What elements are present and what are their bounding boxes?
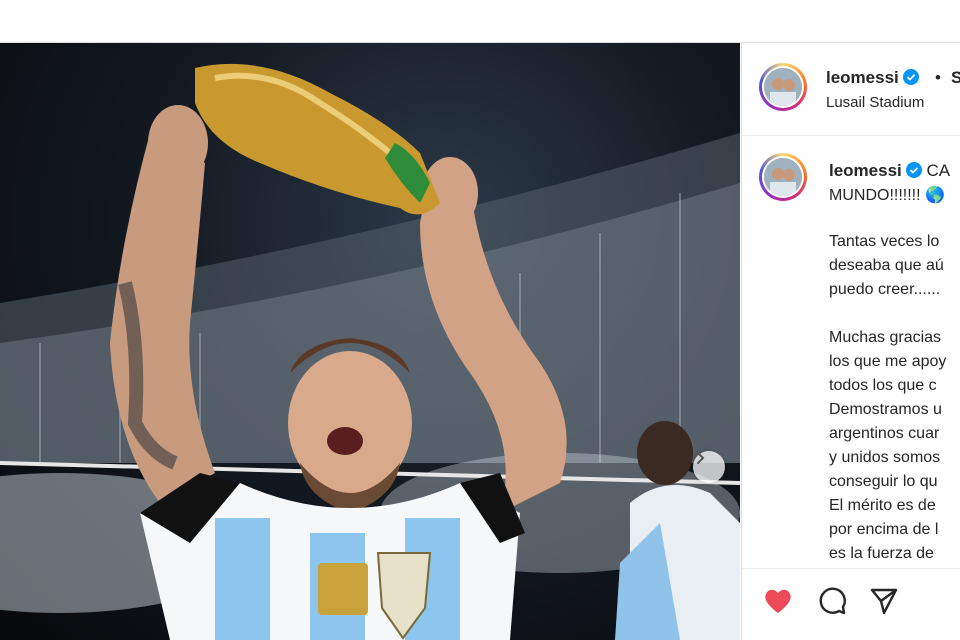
like-button[interactable] [762,585,794,617]
avatar-photo [764,68,802,106]
verified-badge-icon [902,69,919,85]
post-username[interactable]: leomessi [826,68,919,88]
caption-line: los que me apoy [829,353,947,370]
caption-line: puedo creer...... [829,281,941,298]
post-header: leomessi • S Lusail Stadium [742,43,960,136]
caption-line: por encima de l [829,521,939,538]
post-side-panel: leomessi • S Lusail Stadium leomessi CA … [741,43,960,640]
avatar[interactable] [759,63,807,111]
caption-line: Muchas gracias [829,329,942,346]
send-icon [870,588,898,615]
verified-badge-icon [905,162,922,178]
caption-line: argentinos cuar [829,425,940,442]
post-image[interactable] [0,43,740,640]
separator-dot: • [935,68,941,87]
caption-avatar[interactable] [759,153,807,201]
caption-line: Demostramos u [829,401,942,418]
caption-line: es la fuerza de [829,545,934,562]
caption-line: deseaba que aú [829,257,944,274]
next-image-button[interactable] [693,451,725,483]
caption-username[interactable]: leomessi [829,161,902,180]
post-photo [0,63,740,640]
caption-line: MUNDO!!!!!!! 🌎 [829,187,945,204]
comment-button[interactable] [816,585,848,617]
comment-icon [819,587,846,615]
top-bar [0,0,960,43]
caption-line: El mérito es de [829,497,936,514]
caption-line: y unidos somos [829,449,941,466]
post-location[interactable]: Lusail Stadium [826,94,924,111]
caption-line: conseguir lo qu [829,473,938,490]
follow-button[interactable]: S [951,68,960,88]
caption-line: Tantas veces lo [829,233,940,250]
share-button[interactable] [868,585,900,617]
caption-header: leomessi CA [829,161,950,181]
caption-text-start: CA [926,161,951,180]
caption-line: todos los que c [829,377,937,394]
avatar-photo [764,158,802,196]
heart-icon [765,589,791,613]
chevron-right-icon [697,452,705,464]
post-actions [742,568,960,640]
